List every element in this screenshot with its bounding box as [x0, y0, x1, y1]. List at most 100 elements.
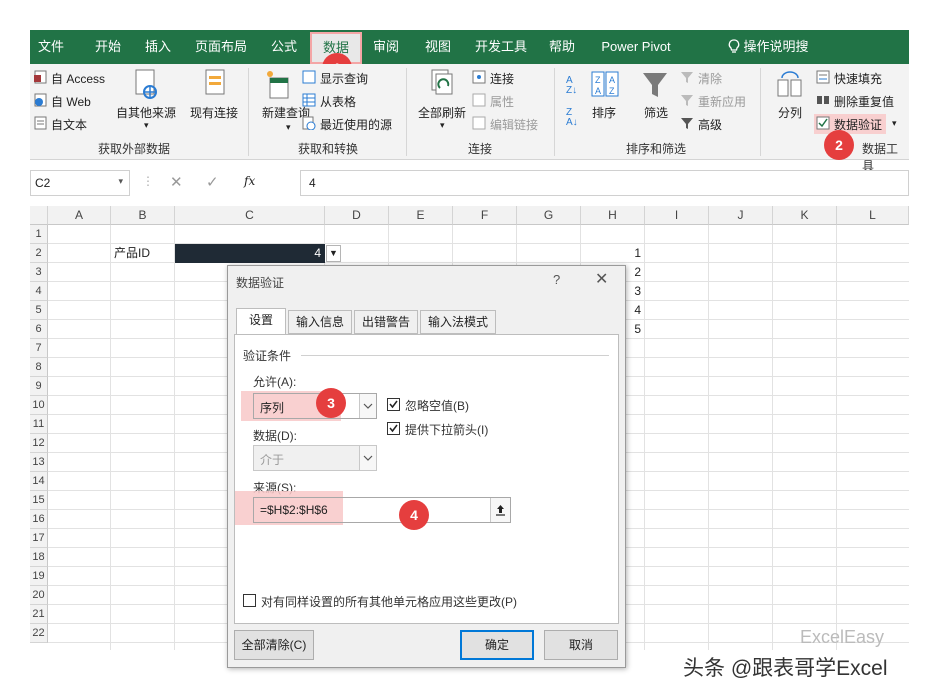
column-header-e[interactable]: E [389, 206, 453, 225]
dropdown-arrow-checkbox[interactable] [387, 422, 400, 435]
tab-file[interactable]: 文件 [30, 30, 72, 64]
source-input-value: =$H$2:$H$6 [260, 503, 328, 517]
column-header-j[interactable]: J [709, 206, 773, 225]
row-header[interactable]: 5 [30, 301, 48, 320]
source-input[interactable]: =$H$2:$H$6 [253, 497, 511, 523]
cell-c2-selected[interactable]: 4 [175, 244, 325, 263]
row-header[interactable]: 3 [30, 263, 48, 282]
data-select[interactable]: 介于 [253, 445, 377, 471]
tab-insert[interactable]: 插入 [138, 30, 178, 64]
row-header[interactable]: 10 [30, 396, 48, 415]
apply-all-checkbox[interactable] [243, 594, 256, 607]
insert-function-icon[interactable]: fx [244, 174, 255, 188]
confirm-entry-icon[interactable]: ✓ [206, 173, 219, 191]
cell-h2[interactable]: 1 [581, 244, 641, 263]
tab-review[interactable]: 审阅 [366, 30, 406, 64]
row-header[interactable]: 12 [30, 434, 48, 453]
remove-duplicates-button[interactable]: 删除重复值 [834, 93, 894, 110]
column-header-a[interactable]: A [48, 206, 111, 225]
sort-az-icon[interactable]: A Z↓ [566, 76, 577, 96]
flash-fill-button[interactable]: 快速填充 [834, 70, 882, 87]
column-header-f[interactable]: F [453, 206, 517, 225]
column-header-h[interactable]: H [581, 206, 645, 225]
column-header-c[interactable]: C [175, 206, 325, 225]
tell-me-search[interactable]: 操作说明搜索 [724, 30, 814, 88]
tab-ime-mode[interactable]: 输入法模式 [420, 310, 496, 334]
column-header-b[interactable]: B [111, 206, 175, 225]
column-header-g[interactable]: G [517, 206, 581, 225]
row-header[interactable]: 14 [30, 472, 48, 491]
column-header-k[interactable]: K [773, 206, 837, 225]
cell-dropdown-arrow-icon[interactable]: ▼ [326, 245, 341, 262]
select-all-corner[interactable] [30, 206, 48, 225]
cancel-entry-icon[interactable]: ✕ [170, 173, 183, 191]
gridline-vertical [772, 225, 773, 650]
text-to-columns-button[interactable]: 分列 [778, 104, 802, 121]
allow-select[interactable]: 序列 [253, 393, 377, 419]
tab-help[interactable]: 帮助 [542, 30, 582, 64]
connections-button[interactable]: 连接 [490, 70, 514, 87]
row-header[interactable]: 17 [30, 529, 48, 548]
row-header[interactable]: 13 [30, 453, 48, 472]
tab-settings[interactable]: 设置 [236, 308, 286, 335]
tab-error-alert[interactable]: 出错警告 [354, 310, 418, 334]
properties-button[interactable]: 属性 [490, 93, 514, 110]
name-box[interactable]: C2 ▾ [30, 170, 130, 196]
row-header[interactable]: 20 [30, 586, 48, 605]
tab-formulas[interactable]: 公式 [264, 30, 304, 64]
column-header-l[interactable]: L [837, 206, 909, 225]
row-header[interactable]: 19 [30, 567, 48, 586]
row-header[interactable]: 15 [30, 491, 48, 510]
sort-button[interactable]: 排序 [592, 104, 616, 121]
tab-developer[interactable]: 开发工具 [470, 30, 532, 64]
row-header[interactable]: 8 [30, 358, 48, 377]
edit-links-button[interactable]: 编辑链接 [490, 116, 538, 133]
access-icon [34, 70, 47, 84]
from-other-sources-button[interactable]: 自其他来源 [116, 104, 176, 121]
advanced-filter-button[interactable]: 高级 [698, 116, 722, 133]
from-access-button[interactable]: 自 Access [51, 70, 105, 87]
tab-page-layout[interactable]: 页面布局 [190, 30, 252, 64]
formula-input[interactable]: 4 [300, 170, 909, 196]
existing-connections-button[interactable]: 现有连接 [190, 104, 238, 121]
recent-sources-button[interactable]: 最近使用的源 [320, 116, 392, 133]
sort-za-icon[interactable]: Z A↓ [566, 108, 578, 128]
cell-b2[interactable]: 产品ID [114, 244, 150, 263]
tab-view[interactable]: 视图 [418, 30, 458, 64]
cancel-button[interactable]: 取消 [544, 630, 618, 660]
row-header[interactable]: 2 [30, 244, 48, 263]
tab-input-message[interactable]: 输入信息 [288, 310, 352, 334]
ignore-blank-checkbox[interactable] [387, 398, 400, 411]
refresh-all-button[interactable]: 全部刷新 [418, 104, 466, 121]
row-header[interactable]: 4 [30, 282, 48, 301]
collapse-dialog-icon[interactable] [490, 498, 510, 522]
row-header[interactable]: 6 [30, 320, 48, 339]
filter-button[interactable]: 筛选 [644, 104, 668, 121]
row-header[interactable]: 22 [30, 624, 48, 643]
formula-value: 4 [309, 176, 316, 190]
column-header-d[interactable]: D [325, 206, 389, 225]
chevron-down-icon: ▾ [118, 176, 123, 186]
properties-icon [472, 93, 486, 107]
row-header[interactable]: 9 [30, 377, 48, 396]
row-header[interactable]: 11 [30, 415, 48, 434]
column-header-i[interactable]: I [645, 206, 709, 225]
data-validation-icon [816, 116, 830, 130]
show-queries-button[interactable]: 显示查询 [320, 70, 368, 87]
from-table-button[interactable]: 从表格 [320, 93, 356, 110]
clear-filter-button[interactable]: 清除 [698, 70, 722, 87]
help-icon[interactable]: ? [553, 272, 560, 287]
close-icon[interactable]: ✕ [595, 269, 608, 289]
from-web-button[interactable]: 自 Web [51, 93, 91, 110]
reapply-button[interactable]: 重新应用 [698, 93, 746, 110]
row-header[interactable]: 21 [30, 605, 48, 624]
from-text-button[interactable]: 自文本 [51, 116, 87, 133]
row-header[interactable]: 1 [30, 225, 48, 244]
row-header[interactable]: 18 [30, 548, 48, 567]
row-header[interactable]: 16 [30, 510, 48, 529]
tab-home[interactable]: 开始 [88, 30, 128, 64]
ok-button[interactable]: 确定 [460, 630, 534, 660]
tab-power-pivot[interactable]: Power Pivot [596, 30, 676, 64]
row-header[interactable]: 7 [30, 339, 48, 358]
clear-all-button[interactable]: 全部清除(C) [234, 630, 314, 660]
